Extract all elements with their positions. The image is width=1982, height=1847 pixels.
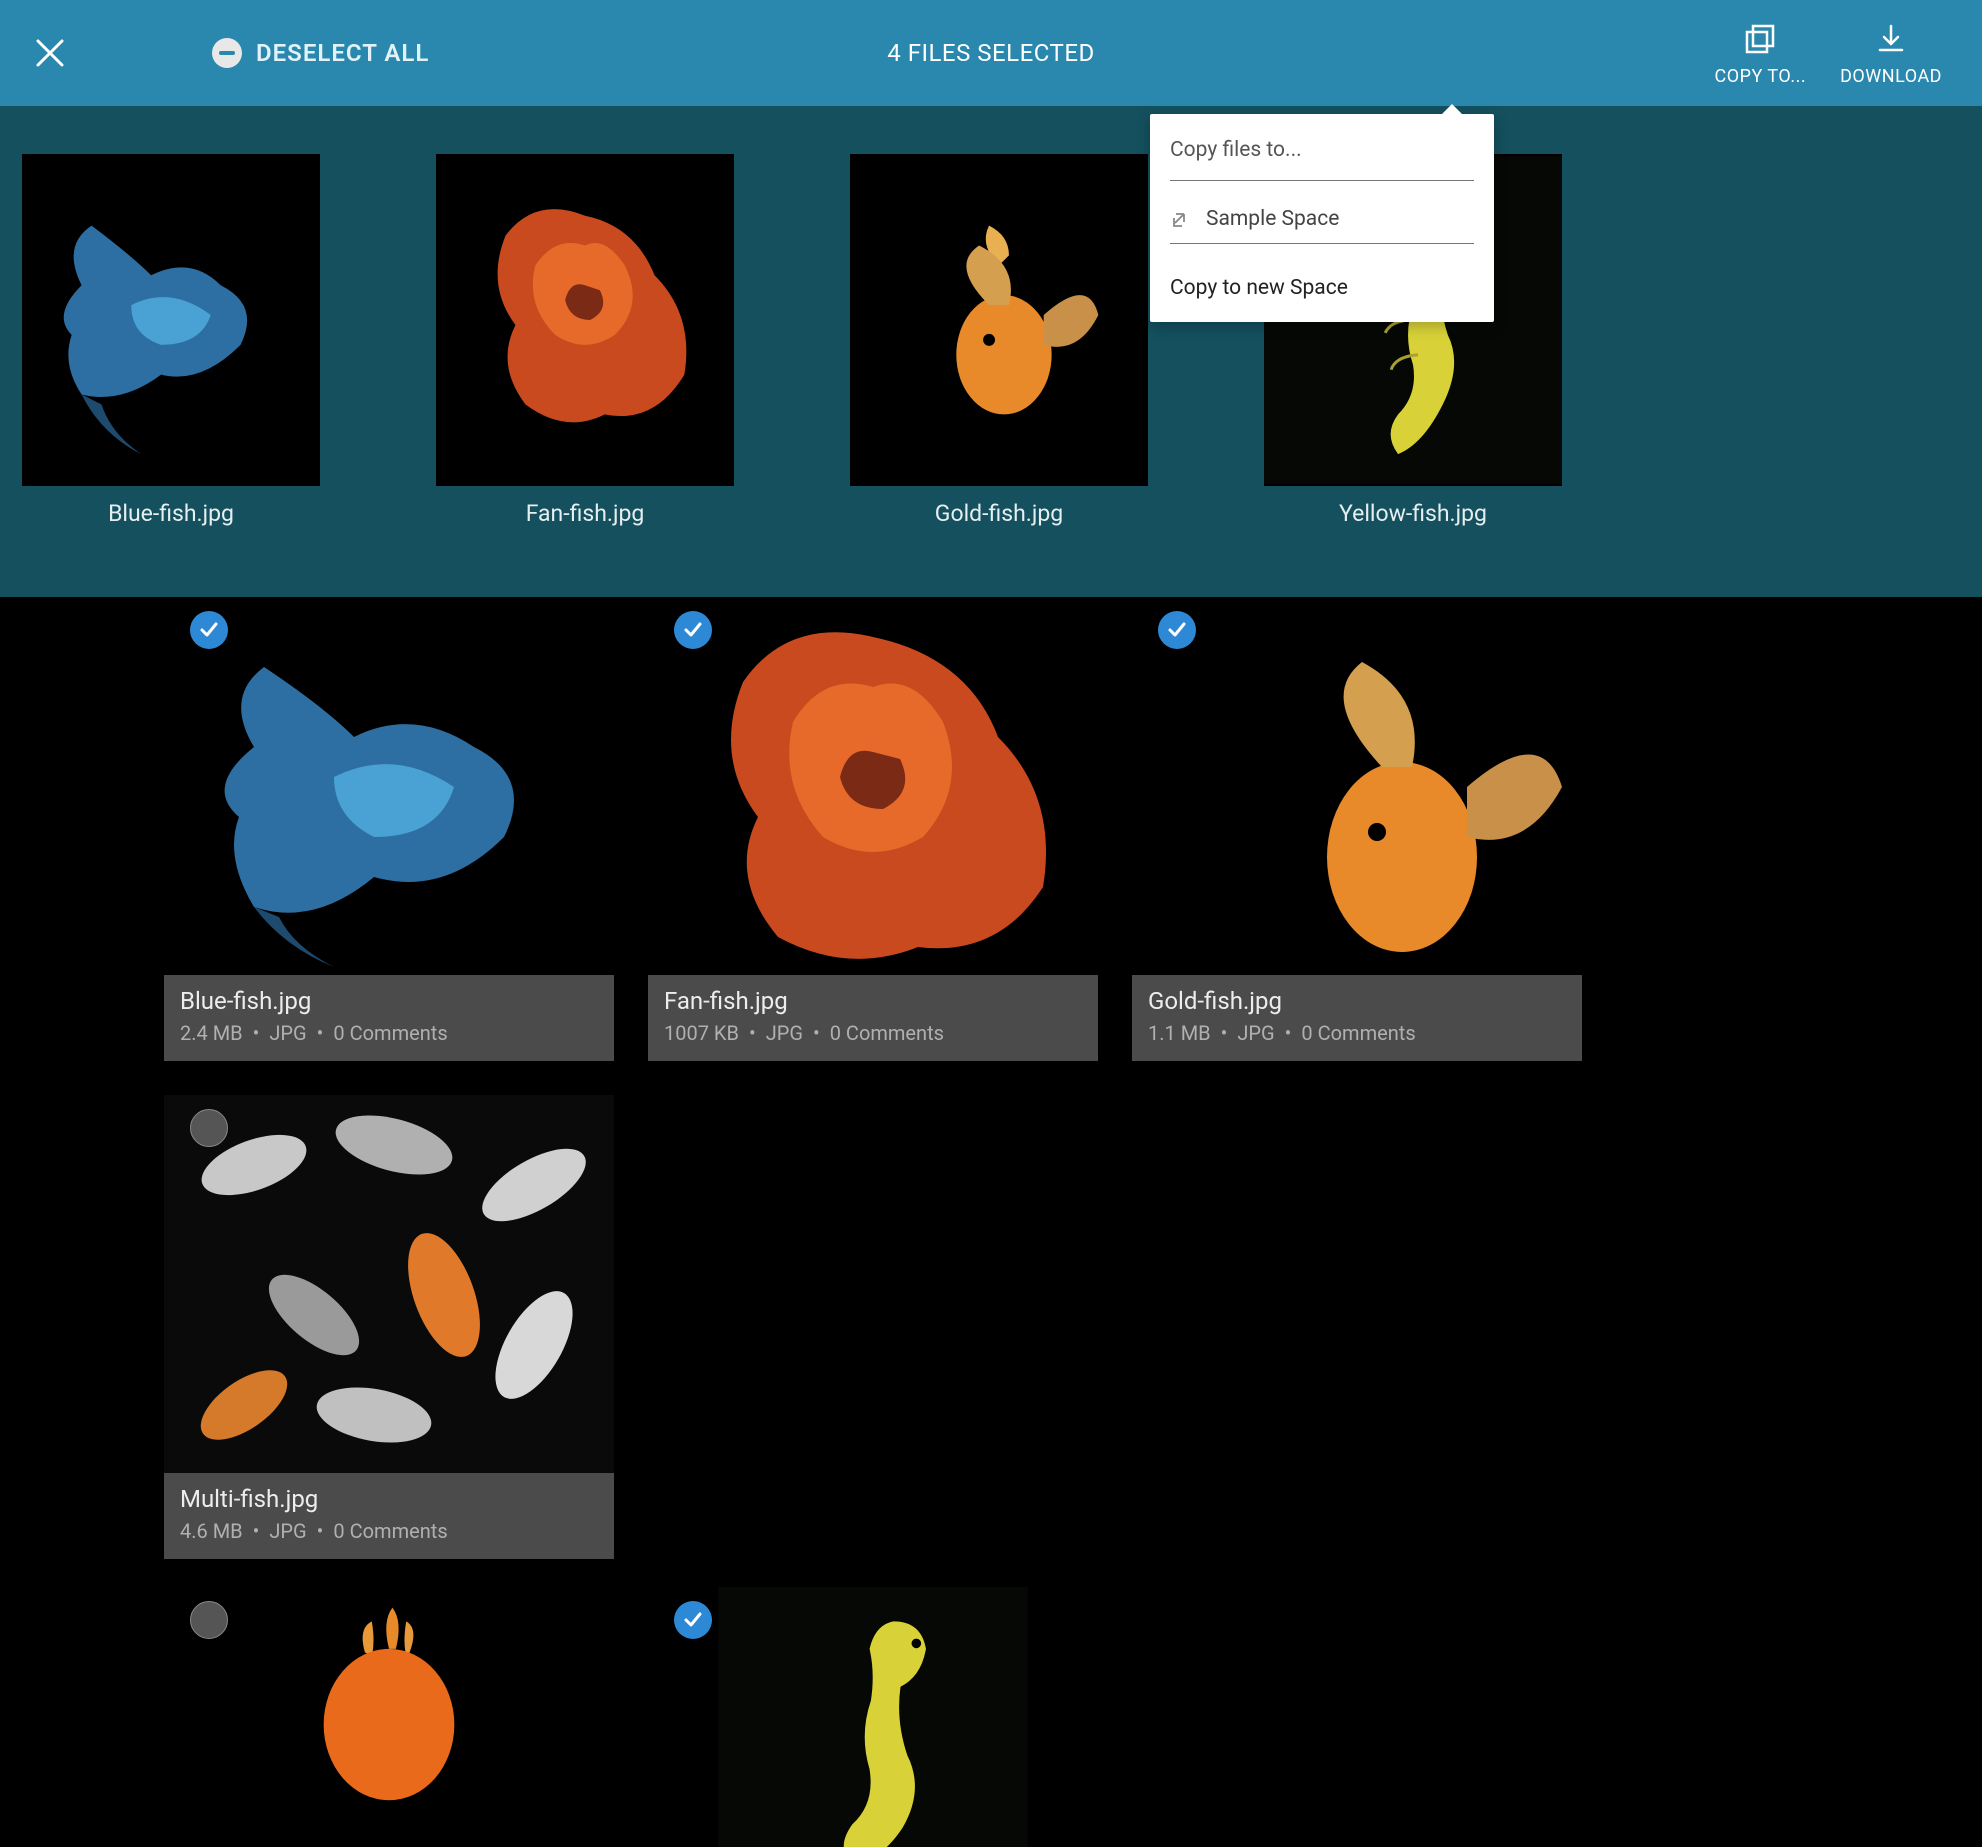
file-card[interactable] (648, 1587, 1098, 1847)
file-meta: Fan-fish.jpg 1007 KB•JPG•0 Comments (648, 975, 1098, 1061)
file-thumbnail (164, 1095, 614, 1473)
popover-new-space[interactable]: Copy to new Space (1170, 258, 1474, 300)
tray-item[interactable]: Blue-fish.jpg (22, 154, 320, 527)
file-meta: Gold-fish.jpg 1.1 MB•JPG•0 Comments (1132, 975, 1582, 1061)
selection-badge[interactable] (190, 611, 228, 649)
file-details: 1007 KB•JPG•0 Comments (664, 1021, 1082, 1045)
tray-thumbnail (850, 154, 1148, 486)
copy-icon (1743, 20, 1777, 58)
file-details: 1.1 MB•JPG•0 Comments (1148, 1021, 1566, 1045)
selection-badge[interactable] (674, 1601, 712, 1639)
check-icon (1166, 619, 1188, 641)
tray-item-label: Gold-fish.jpg (935, 500, 1063, 527)
selection-badge[interactable] (1158, 611, 1196, 649)
file-thumbnail (164, 1587, 614, 1847)
file-thumbnail (648, 597, 1098, 975)
popover-title: Copy files to... (1170, 138, 1474, 162)
file-thumbnail (164, 597, 614, 975)
file-grid-row (0, 1587, 1982, 1847)
divider (1170, 180, 1474, 181)
selected-count: 4 FILES SELECTED (887, 39, 1094, 67)
file-grid: Blue-fish.jpg 2.4 MB•JPG•0 Comments Fan-… (0, 597, 1982, 1559)
file-thumbnail (648, 1587, 1098, 1847)
tray-item-label: Fan-fish.jpg (526, 500, 645, 527)
tray-item[interactable]: Gold-fish.jpg (850, 154, 1148, 527)
file-card[interactable]: Blue-fish.jpg 2.4 MB•JPG•0 Comments (164, 597, 614, 1061)
deselect-label: DESELECT ALL (256, 39, 429, 67)
file-name: Multi-fish.jpg (180, 1485, 598, 1513)
popover-space-item[interactable]: Sample Space (1170, 195, 1474, 243)
file-card[interactable]: Fan-fish.jpg 1007 KB•JPG•0 Comments (648, 597, 1098, 1061)
close-icon (34, 37, 66, 69)
deselect-icon (212, 38, 242, 68)
file-meta: Multi-fish.jpg 4.6 MB•JPG•0 Comments (164, 1473, 614, 1559)
selection-badge[interactable] (190, 1109, 228, 1147)
deselect-all-button[interactable]: DESELECT ALL (212, 38, 429, 68)
file-name: Blue-fish.jpg (180, 987, 598, 1015)
file-details: 2.4 MB•JPG•0 Comments (180, 1021, 598, 1045)
copy-to-label: COPY TO... (1715, 66, 1807, 87)
download-button[interactable]: DOWNLOAD (1840, 20, 1942, 87)
check-icon (682, 619, 704, 641)
file-card[interactable]: Multi-fish.jpg 4.6 MB•JPG•0 Comments (164, 1095, 614, 1559)
selection-toolbar: DESELECT ALL 4 FILES SELECTED COPY TO...… (0, 0, 1982, 106)
file-card[interactable]: Gold-fish.jpg 1.1 MB•JPG•0 Comments (1132, 597, 1582, 1061)
divider (1170, 243, 1474, 244)
selection-badge[interactable] (190, 1601, 228, 1639)
fish-art-blue (22, 154, 320, 486)
file-meta: Blue-fish.jpg 2.4 MB•JPG•0 Comments (164, 975, 614, 1061)
selection-tray: Blue-fish.jpg Fan-fish.jpg Gold-fish.jpg (0, 106, 1982, 597)
tray-item-label: Yellow-fish.jpg (1339, 500, 1487, 527)
file-name: Fan-fish.jpg (664, 987, 1082, 1015)
tray-item-label: Blue-fish.jpg (108, 500, 234, 527)
tray-thumbnail (436, 154, 734, 486)
check-icon (198, 619, 220, 641)
download-label: DOWNLOAD (1840, 66, 1942, 87)
file-name: Gold-fish.jpg (1148, 987, 1566, 1015)
download-icon (1874, 20, 1908, 58)
open-external-icon (1170, 208, 1192, 230)
selection-badge[interactable] (674, 611, 712, 649)
copy-to-button[interactable]: COPY TO... (1715, 20, 1807, 87)
tray-thumbnail (22, 154, 320, 486)
check-icon (682, 1609, 704, 1631)
popover-space-label: Sample Space (1206, 207, 1339, 231)
close-button[interactable] (28, 31, 72, 75)
fish-art-gold (850, 154, 1148, 486)
copy-to-popover: Copy files to... Sample Space Copy to ne… (1150, 114, 1494, 322)
file-details: 4.6 MB•JPG•0 Comments (180, 1519, 598, 1543)
file-thumbnail (1132, 597, 1582, 975)
fish-art-fan (436, 154, 734, 486)
tray-item[interactable]: Fan-fish.jpg (436, 154, 734, 527)
file-card[interactable] (164, 1587, 614, 1847)
